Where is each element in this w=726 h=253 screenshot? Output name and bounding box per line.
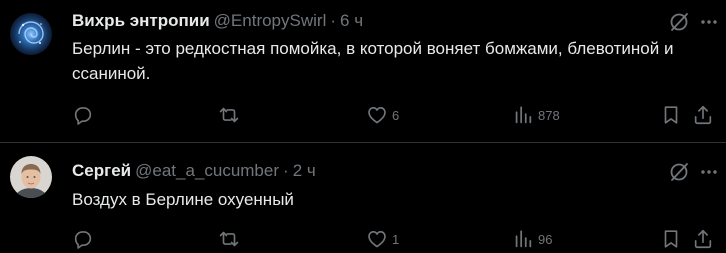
tweet-actions: 6 878 bbox=[72, 103, 722, 127]
share-icon bbox=[694, 229, 712, 249]
separator-dot: · bbox=[330, 11, 337, 30]
views-count: 878 bbox=[538, 107, 560, 123]
tweet-header: Вихрь энтропии @EntropySwirl · 6 ч bbox=[72, 11, 363, 31]
reply-button[interactable] bbox=[72, 227, 94, 251]
retweet-icon bbox=[219, 231, 239, 247]
bookmark-icon bbox=[664, 230, 678, 248]
avatar-image bbox=[10, 156, 52, 198]
views-count: 96 bbox=[538, 231, 553, 247]
more-icon bbox=[701, 170, 717, 174]
separator-dot: · bbox=[283, 161, 289, 180]
timeline-feed: Вихрь энтропии @EntropySwirl · 6 ч Берлин -… bbox=[0, 0, 726, 253]
like-count: 1 bbox=[392, 231, 400, 247]
retweet-icon bbox=[219, 107, 239, 123]
user-handle[interactable]: @eat_a_cucumber bbox=[135, 161, 279, 180]
more-icon bbox=[701, 20, 717, 24]
avatar-image bbox=[10, 13, 52, 55]
user-handle[interactable]: @EntropySwirl bbox=[214, 11, 327, 30]
views-icon bbox=[515, 106, 532, 124]
grok-button[interactable] bbox=[668, 11, 690, 33]
display-name[interactable]: Вихрь энтропии bbox=[72, 11, 210, 30]
share-icon bbox=[694, 105, 712, 125]
timestamp[interactable]: 2 ч bbox=[293, 161, 316, 180]
retweet-button[interactable] bbox=[218, 227, 240, 251]
views-button[interactable]: 878 bbox=[512, 103, 560, 127]
reply-icon bbox=[74, 231, 92, 249]
bookmark-button[interactable] bbox=[660, 103, 682, 127]
tweet-actions: 1 96 bbox=[72, 227, 722, 251]
share-button[interactable] bbox=[692, 103, 714, 127]
tweet-header: Сергей @eat_a_cucumber · 2 ч bbox=[72, 161, 316, 181]
share-button[interactable] bbox=[692, 227, 714, 251]
tweet-text: Воздух в Берлине охуенный bbox=[72, 190, 294, 209]
more-options-button[interactable] bbox=[698, 11, 720, 33]
like-count: 6 bbox=[392, 107, 400, 123]
grok-icon bbox=[670, 13, 688, 31]
retweet-button[interactable] bbox=[218, 103, 240, 127]
bookmark-icon bbox=[664, 106, 678, 124]
heart-icon bbox=[368, 231, 386, 248]
views-button[interactable]: 96 bbox=[512, 227, 552, 251]
more-options-button[interactable] bbox=[698, 161, 720, 183]
grok-icon bbox=[670, 163, 688, 181]
like-button[interactable]: 6 bbox=[366, 103, 399, 127]
avatar[interactable] bbox=[10, 13, 52, 55]
tweet[interactable]: Вихрь энтропии @EntropySwirl · 6 ч Берлин -… bbox=[0, 0, 726, 142]
timestamp[interactable]: 6 ч bbox=[340, 11, 363, 30]
bookmark-button[interactable] bbox=[660, 227, 682, 251]
reply-icon bbox=[74, 107, 92, 125]
heart-icon bbox=[368, 107, 386, 124]
tweet-text: Берлин - это редкостная помойка, в котор… bbox=[72, 39, 674, 83]
reply-button[interactable] bbox=[72, 103, 94, 127]
tweet[interactable]: Сергей @eat_a_cucumber · 2 ч Воздух в Берли… bbox=[0, 143, 726, 253]
like-button[interactable]: 1 bbox=[366, 227, 399, 251]
views-icon bbox=[515, 230, 532, 248]
avatar[interactable] bbox=[10, 156, 52, 198]
grok-button[interactable] bbox=[668, 161, 690, 183]
display-name[interactable]: Сергей bbox=[72, 161, 131, 180]
